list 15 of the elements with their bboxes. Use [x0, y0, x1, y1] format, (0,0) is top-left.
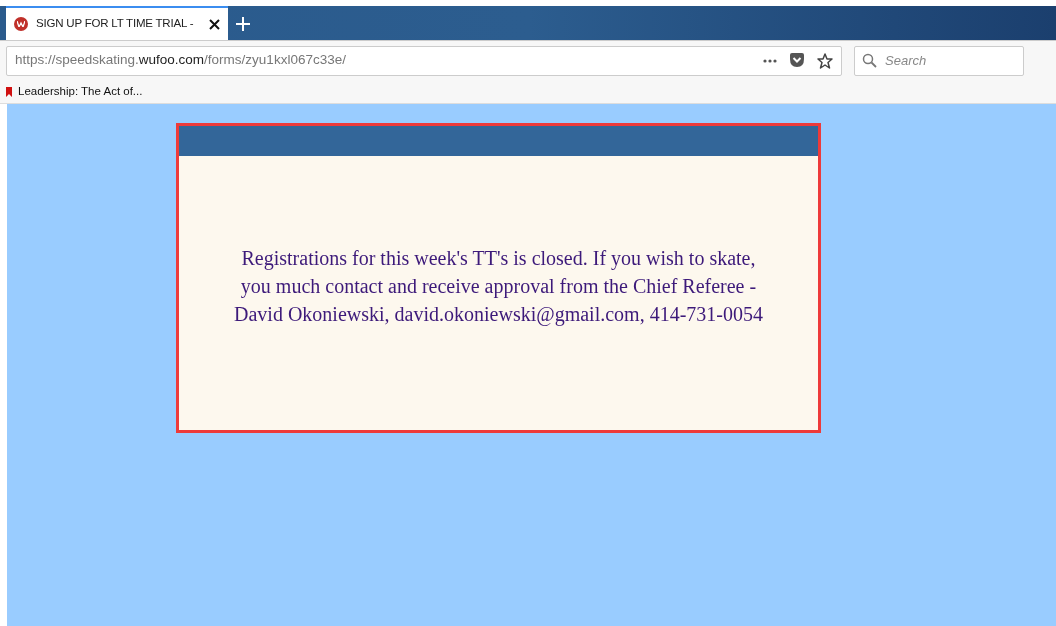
search-field[interactable]: Search [854, 45, 1024, 76]
notice-message: Registrations for this week's TT's is closed. If you wish to skate, you much contact and receive approval from the Chief Referee - David Okoniewski, david.okoniewski@gmail.com, 414-731-0054 [234, 246, 763, 328]
tab-title: SIGN UP FOR LT TIME TRIAL - [36, 16, 195, 32]
bookmark-icon [6, 86, 12, 97]
bookmark[interactable]: Leadership: The Act of... [6, 82, 143, 101]
address-bar[interactable]: https://speedskating.wufoo.com/forms/zyu1kxl067c33e/ [6, 45, 842, 76]
pocket-icon[interactable] [789, 53, 805, 68]
star-icon[interactable] [817, 52, 833, 69]
new-tab-icon[interactable] [236, 17, 250, 31]
search-icon [862, 52, 877, 68]
close-icon[interactable] [209, 18, 220, 30]
site-logo-icon [14, 17, 28, 31]
url-text: https://speedskating.wufoo.com/forms/zyu1kxl067c33e/ [15, 51, 347, 70]
browser-tab[interactable]: SIGN UP FOR LT TIME TRIAL - [6, 6, 228, 40]
more-icon[interactable] [763, 58, 777, 63]
